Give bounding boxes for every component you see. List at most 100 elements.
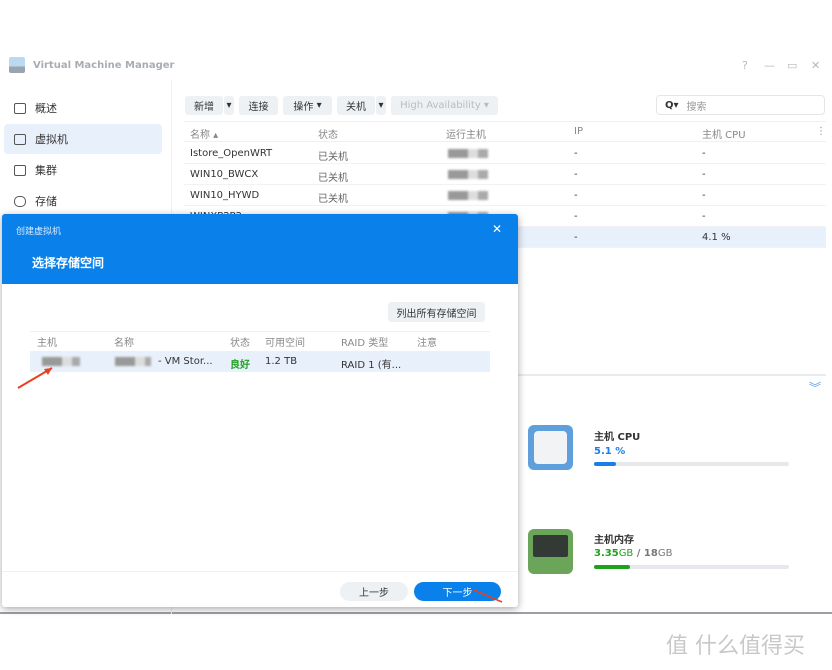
minimize-icon[interactable]: — xyxy=(764,59,775,72)
new-dropdown-button[interactable]: ▾ xyxy=(224,96,234,115)
host-redacted xyxy=(448,149,488,158)
search-input[interactable]: Q▾ 搜索 xyxy=(656,95,825,115)
vm-ip: - xyxy=(574,211,578,222)
vm-cpu: 4.1 % xyxy=(702,232,731,243)
search-icon: Q▾ xyxy=(665,99,679,111)
action-label: 操作 xyxy=(293,102,314,113)
col-cpu[interactable]: 主机 CPU xyxy=(702,126,746,141)
storage-status: 良好 xyxy=(230,360,250,371)
close-icon[interactable]: ✕ xyxy=(811,59,820,72)
cpu-number: 5.1 xyxy=(594,446,612,457)
vm-status: 已关机 xyxy=(318,152,348,163)
app-title: Virtual Machine Manager xyxy=(33,60,175,71)
name-redacted xyxy=(115,357,151,366)
vm-icon xyxy=(14,133,26,145)
sidebar-item-label: 存储 xyxy=(35,195,57,208)
vm-status: 已关机 xyxy=(318,173,348,184)
host-redacted xyxy=(448,191,488,200)
ha-button[interactable]: High Availability ▾ xyxy=(391,96,498,115)
dialog-heading: 选择存储空间 xyxy=(32,256,105,270)
storage-raid: RAID 1 (有... xyxy=(341,360,402,371)
vm-cpu: - xyxy=(702,148,706,159)
vm-cpu: - xyxy=(702,169,706,180)
col-name[interactable]: 名称 xyxy=(114,334,134,349)
memory-value: 3.35GB / 18GB xyxy=(594,548,672,559)
cpu-unit: % xyxy=(615,446,626,457)
cluster-icon xyxy=(14,164,26,176)
sidebar-item-label: 概述 xyxy=(35,102,57,115)
col-free-space[interactable]: 可用空间 xyxy=(265,334,305,349)
memory-used: 3.35 xyxy=(594,548,619,559)
storage-row[interactable]: - VM Stor... 良好 1.2 TB RAID 1 (有... xyxy=(30,351,490,372)
vm-ip: - xyxy=(574,190,578,201)
cpu-progress xyxy=(594,462,789,466)
memory-icon xyxy=(528,529,573,574)
memory-used-unit: GB xyxy=(618,548,634,559)
prev-button[interactable]: 上一步 xyxy=(340,582,408,601)
col-host[interactable]: 主机 xyxy=(37,334,57,349)
col-status[interactable]: 状态 xyxy=(230,334,250,349)
vm-ip: - xyxy=(574,169,578,180)
sidebar-item-label: 集群 xyxy=(35,164,57,177)
title-bar: Virtual Machine Manager ? — ▭ ✕ xyxy=(0,48,832,80)
col-label: 名称 xyxy=(190,130,210,141)
create-vm-dialog: 创建虚拟机 ✕ 选择存储空间 列出所有存储空间 主机 名称 状态 可用空间 RA… xyxy=(2,214,518,607)
memory-label: 主机内存 xyxy=(594,535,634,546)
vm-status: 已关机 xyxy=(318,194,348,205)
vm-name: WIN10_HYWD xyxy=(190,190,260,201)
table-row[interactable]: WIN10_BWCX 已关机 - - xyxy=(184,164,826,185)
storage-icon xyxy=(14,195,26,207)
storage-name: - VM Stor... xyxy=(158,356,213,367)
memory-progress-fill xyxy=(594,565,631,569)
col-note[interactable]: 注意 xyxy=(417,334,437,349)
cpu-value: 5.1 % xyxy=(594,446,625,457)
sidebar-item-overview[interactable]: 概述 xyxy=(4,93,162,123)
storage-free: 1.2 TB xyxy=(265,356,298,367)
action-button[interactable]: 操作 ▾ xyxy=(283,96,332,115)
help-icon[interactable]: ? xyxy=(742,59,748,72)
col-ip[interactable]: IP xyxy=(574,126,583,137)
table-row[interactable]: Istore_OpenWRT 已关机 - - xyxy=(184,143,826,164)
dialog-header: 创建虚拟机 ✕ 选择存储空间 xyxy=(2,214,518,284)
divider xyxy=(518,374,826,376)
footer-divider xyxy=(2,571,518,572)
cpu-progress-fill xyxy=(594,462,616,466)
memory-total: 18 xyxy=(643,548,658,559)
vm-ip: - xyxy=(574,148,578,159)
sidebar-item-storage[interactable]: 存储 xyxy=(4,186,162,216)
app-icon xyxy=(9,57,25,73)
col-name[interactable]: 名称 ▴ xyxy=(190,126,218,141)
vm-ip: - xyxy=(574,232,578,243)
sidebar-item-cluster[interactable]: 集群 xyxy=(4,155,162,185)
column-menu-icon[interactable]: ⋮ xyxy=(816,126,826,137)
maximize-icon[interactable]: ▭ xyxy=(787,59,797,72)
annotation-arrow xyxy=(473,589,503,603)
connect-button[interactable]: 连接 xyxy=(239,96,278,115)
collapse-chevron-icon[interactable]: ︾ xyxy=(809,379,821,396)
table-row[interactable]: WIN10_HYWD 已关机 - - xyxy=(184,185,826,206)
watermark: 值 什么值得买 xyxy=(666,634,805,659)
ha-label: High Availability xyxy=(400,100,481,111)
annotation-arrow xyxy=(17,367,53,389)
dialog-close-icon[interactable]: ✕ xyxy=(492,222,502,236)
memory-progress xyxy=(594,565,789,569)
shutdown-button[interactable]: 关机 xyxy=(337,96,375,115)
vm-name: Istore_OpenWRT xyxy=(190,148,273,159)
vm-cpu: - xyxy=(702,211,706,222)
col-status[interactable]: 状态 xyxy=(318,126,338,141)
cpu-icon xyxy=(528,425,573,470)
list-all-storage-button[interactable]: 列出所有存储空间 xyxy=(388,302,485,322)
overview-icon xyxy=(14,102,26,114)
memory-sep: / xyxy=(636,548,641,559)
search-placeholder: 搜索 xyxy=(686,101,707,113)
shutdown-dropdown-button[interactable]: ▾ xyxy=(376,96,386,115)
col-raid-type[interactable]: RAID 类型 xyxy=(341,334,388,349)
col-host[interactable]: 运行主机 xyxy=(446,126,486,141)
vm-cpu: - xyxy=(702,190,706,201)
host-redacted xyxy=(448,170,488,179)
vm-name: WIN10_BWCX xyxy=(190,169,259,180)
sidebar-item-vm[interactable]: 虚拟机 xyxy=(4,124,162,154)
dialog-title: 创建虚拟机 xyxy=(16,227,62,237)
memory-total-unit: GB xyxy=(657,548,673,559)
new-button[interactable]: 新增 xyxy=(185,96,223,115)
